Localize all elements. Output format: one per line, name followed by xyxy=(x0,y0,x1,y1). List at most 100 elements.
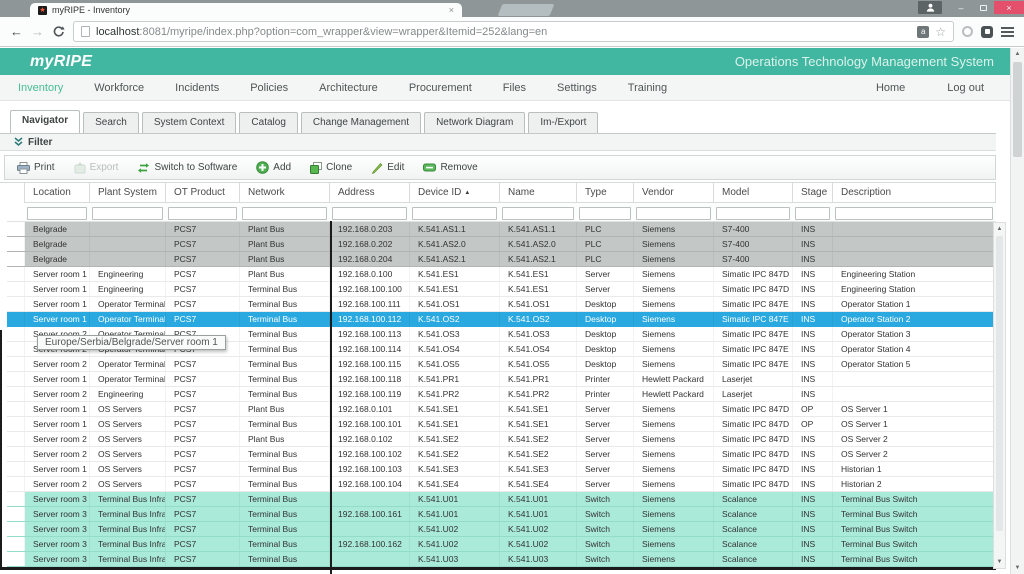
column-filter-input-location[interactable] xyxy=(27,207,87,220)
table-row[interactable]: Server room 1OS ServersPCS7Terminal Bus1… xyxy=(7,462,996,477)
table-row[interactable]: Server room 2OS ServersPCS7Terminal Bus1… xyxy=(7,447,996,462)
column-divider-line[interactable] xyxy=(330,221,332,574)
column-filter-input-network[interactable] xyxy=(242,207,327,220)
nav-item-policies[interactable]: Policies xyxy=(250,82,288,94)
cell: OS Server 2 xyxy=(833,432,996,446)
table-row[interactable]: BelgradePCS7Plant Bus192.168.0.204K.541.… xyxy=(7,252,996,267)
add-button[interactable]: Add xyxy=(256,161,291,174)
table-row[interactable]: Server room 1Operator TerminalsPCS7Termi… xyxy=(7,372,996,387)
table-row[interactable]: Server room 3Terminal Bus InfrastruPCS7T… xyxy=(7,552,996,567)
tab-system-context[interactable]: System Context xyxy=(142,112,237,133)
tab-search[interactable]: Search xyxy=(83,112,139,133)
table-row[interactable]: Server room 2OS ServersPCS7Plant Bus192.… xyxy=(7,432,996,447)
column-filter-input-plant-system[interactable] xyxy=(92,207,163,220)
page-scroll-down-icon[interactable]: ▼ xyxy=(1011,562,1024,574)
column-filter-input-stage[interactable] xyxy=(795,207,830,220)
nav-item-workforce[interactable]: Workforce xyxy=(94,82,144,94)
translate-icon[interactable]: a xyxy=(917,26,929,38)
filter-bar[interactable]: Filter xyxy=(0,133,996,151)
table-row[interactable]: Server room 3Terminal Bus InfrastruPCS7T… xyxy=(7,537,996,552)
table-row[interactable]: Server room 3Terminal Bus InfrastruPCS7T… xyxy=(7,492,996,507)
module-tabs: NavigatorSearchSystem ContextCatalogChan… xyxy=(0,109,996,133)
forward-button[interactable]: → xyxy=(31,25,44,38)
column-header-stage[interactable]: Stage xyxy=(793,183,833,203)
browser-menu-icon[interactable] xyxy=(1001,27,1014,37)
tab-navigator[interactable]: Navigator xyxy=(10,110,80,133)
table-row[interactable]: Server room 1Operator TerminalsPCS7Termi… xyxy=(7,297,996,312)
browser-action-icon[interactable] xyxy=(962,26,973,37)
table-row[interactable]: Server room 1EngineeringPCS7Plant Bus192… xyxy=(7,267,996,282)
extension-icon[interactable] xyxy=(981,26,993,38)
table-scrollbar[interactable]: ▲ ▼ xyxy=(993,222,1006,569)
column-filter-input-device-id[interactable] xyxy=(412,207,497,220)
page-scrollbar-thumb[interactable] xyxy=(1013,62,1022,157)
column-header-plant-system[interactable]: Plant System xyxy=(90,183,166,203)
table-row[interactable]: BelgradePCS7Plant Bus192.168.0.203K.541.… xyxy=(7,222,996,237)
scroll-down-icon[interactable]: ▼ xyxy=(994,556,1005,568)
new-tab-button[interactable] xyxy=(498,4,555,16)
column-filter-input-description[interactable] xyxy=(835,207,993,220)
column-filter-input-vendor[interactable] xyxy=(636,207,711,220)
minimize-button[interactable]: – xyxy=(950,1,972,14)
column-filter-input-address[interactable] xyxy=(332,207,407,220)
bookmark-star-icon[interactable]: ☆ xyxy=(935,26,946,38)
scroll-up-icon[interactable]: ▲ xyxy=(994,223,1005,235)
page-scroll-up-icon[interactable]: ▲ xyxy=(1011,48,1024,60)
table-row[interactable]: Server room 1EngineeringPCS7Terminal Bus… xyxy=(7,282,996,297)
column-header-type[interactable]: Type xyxy=(577,183,634,203)
page-scrollbar[interactable]: ▲ ▼ xyxy=(1010,48,1024,574)
profile-button[interactable] xyxy=(918,1,942,14)
tab-im-export[interactable]: Im-/Export xyxy=(528,112,598,133)
remove-button[interactable]: Remove xyxy=(423,162,477,173)
column-header-device-id[interactable]: Device ID▲ xyxy=(410,183,500,203)
refresh-button[interactable] xyxy=(52,25,65,38)
nav-item-home[interactable]: Home xyxy=(876,82,905,94)
table-row[interactable]: Server room 2Operator TerminalsPCS7Termi… xyxy=(7,357,996,372)
tab-network-diagram[interactable]: Network Diagram xyxy=(424,112,525,133)
nav-item-incidents[interactable]: Incidents xyxy=(175,82,219,94)
switch-to-software-button[interactable]: Switch to Software xyxy=(137,162,237,174)
cell: Hewlett Packard xyxy=(634,372,714,386)
maximize-button[interactable] xyxy=(972,1,994,14)
table-row[interactable]: Server room 2OS ServersPCS7Terminal Bus1… xyxy=(7,477,996,492)
column-header-model[interactable]: Model xyxy=(714,183,793,203)
table-row[interactable]: Server room 2EngineeringPCS7Terminal Bus… xyxy=(7,387,996,402)
back-button[interactable]: ← xyxy=(10,25,23,38)
edit-button[interactable]: Edit xyxy=(371,162,404,174)
column-header-address[interactable]: Address xyxy=(330,183,410,203)
column-header-name[interactable]: Name xyxy=(500,183,577,203)
print-button[interactable]: Print xyxy=(17,162,55,174)
column-header-ot-product[interactable]: OT Product xyxy=(166,183,240,203)
column-filter-input-type[interactable] xyxy=(579,207,631,220)
nav-item-settings[interactable]: Settings xyxy=(557,82,597,94)
table-row[interactable]: Server room 1Operator TerminalsPCS7Termi… xyxy=(7,312,996,327)
tab-catalog[interactable]: Catalog xyxy=(239,112,297,133)
table-row[interactable]: Server room 3Terminal Bus InfrastruPCS7T… xyxy=(7,522,996,537)
tab-change-management[interactable]: Change Management xyxy=(301,112,421,133)
table-row[interactable]: Server room 1OS ServersPCS7Plant Bus192.… xyxy=(7,402,996,417)
tab-close-icon[interactable]: × xyxy=(449,6,454,15)
nav-item-architecture[interactable]: Architecture xyxy=(319,82,378,94)
nav-item-files[interactable]: Files xyxy=(503,82,526,94)
nav-item-procurement[interactable]: Procurement xyxy=(409,82,472,94)
nav-item-log-out[interactable]: Log out xyxy=(947,82,984,94)
table-row[interactable]: BelgradePCS7Plant Bus192.168.0.202K.541.… xyxy=(7,237,996,252)
column-header-vendor[interactable]: Vendor xyxy=(634,183,714,203)
table-row[interactable]: Server room 3Terminal Bus InfrastruPCS7T… xyxy=(7,507,996,522)
column-filter-input-name[interactable] xyxy=(502,207,574,220)
column-header-location[interactable]: Location xyxy=(25,183,90,203)
column-header-network[interactable]: Network xyxy=(240,183,330,203)
nav-item-training[interactable]: Training xyxy=(628,82,667,94)
nav-item-inventory[interactable]: Inventory xyxy=(18,82,63,94)
scrollbar-thumb[interactable] xyxy=(996,236,1003,531)
url-field[interactable]: localhost:8081/myripe/index.php?option=c… xyxy=(73,21,954,42)
table-row[interactable]: Server room 1OS ServersPCS7Terminal Bus1… xyxy=(7,417,996,432)
column-filter-input-ot-product[interactable] xyxy=(168,207,237,220)
column-header-description[interactable]: Description xyxy=(833,183,996,203)
clone-button[interactable]: Clone xyxy=(310,162,352,174)
cell: Server room 3 xyxy=(25,492,90,506)
close-button[interactable]: × xyxy=(994,1,1024,14)
browser-tab[interactable]: ★ myRIPE - Inventory × xyxy=(30,3,462,17)
column-filter-input-model[interactable] xyxy=(716,207,790,220)
url-text[interactable]: localhost:8081/myripe/index.php?option=c… xyxy=(96,26,911,38)
